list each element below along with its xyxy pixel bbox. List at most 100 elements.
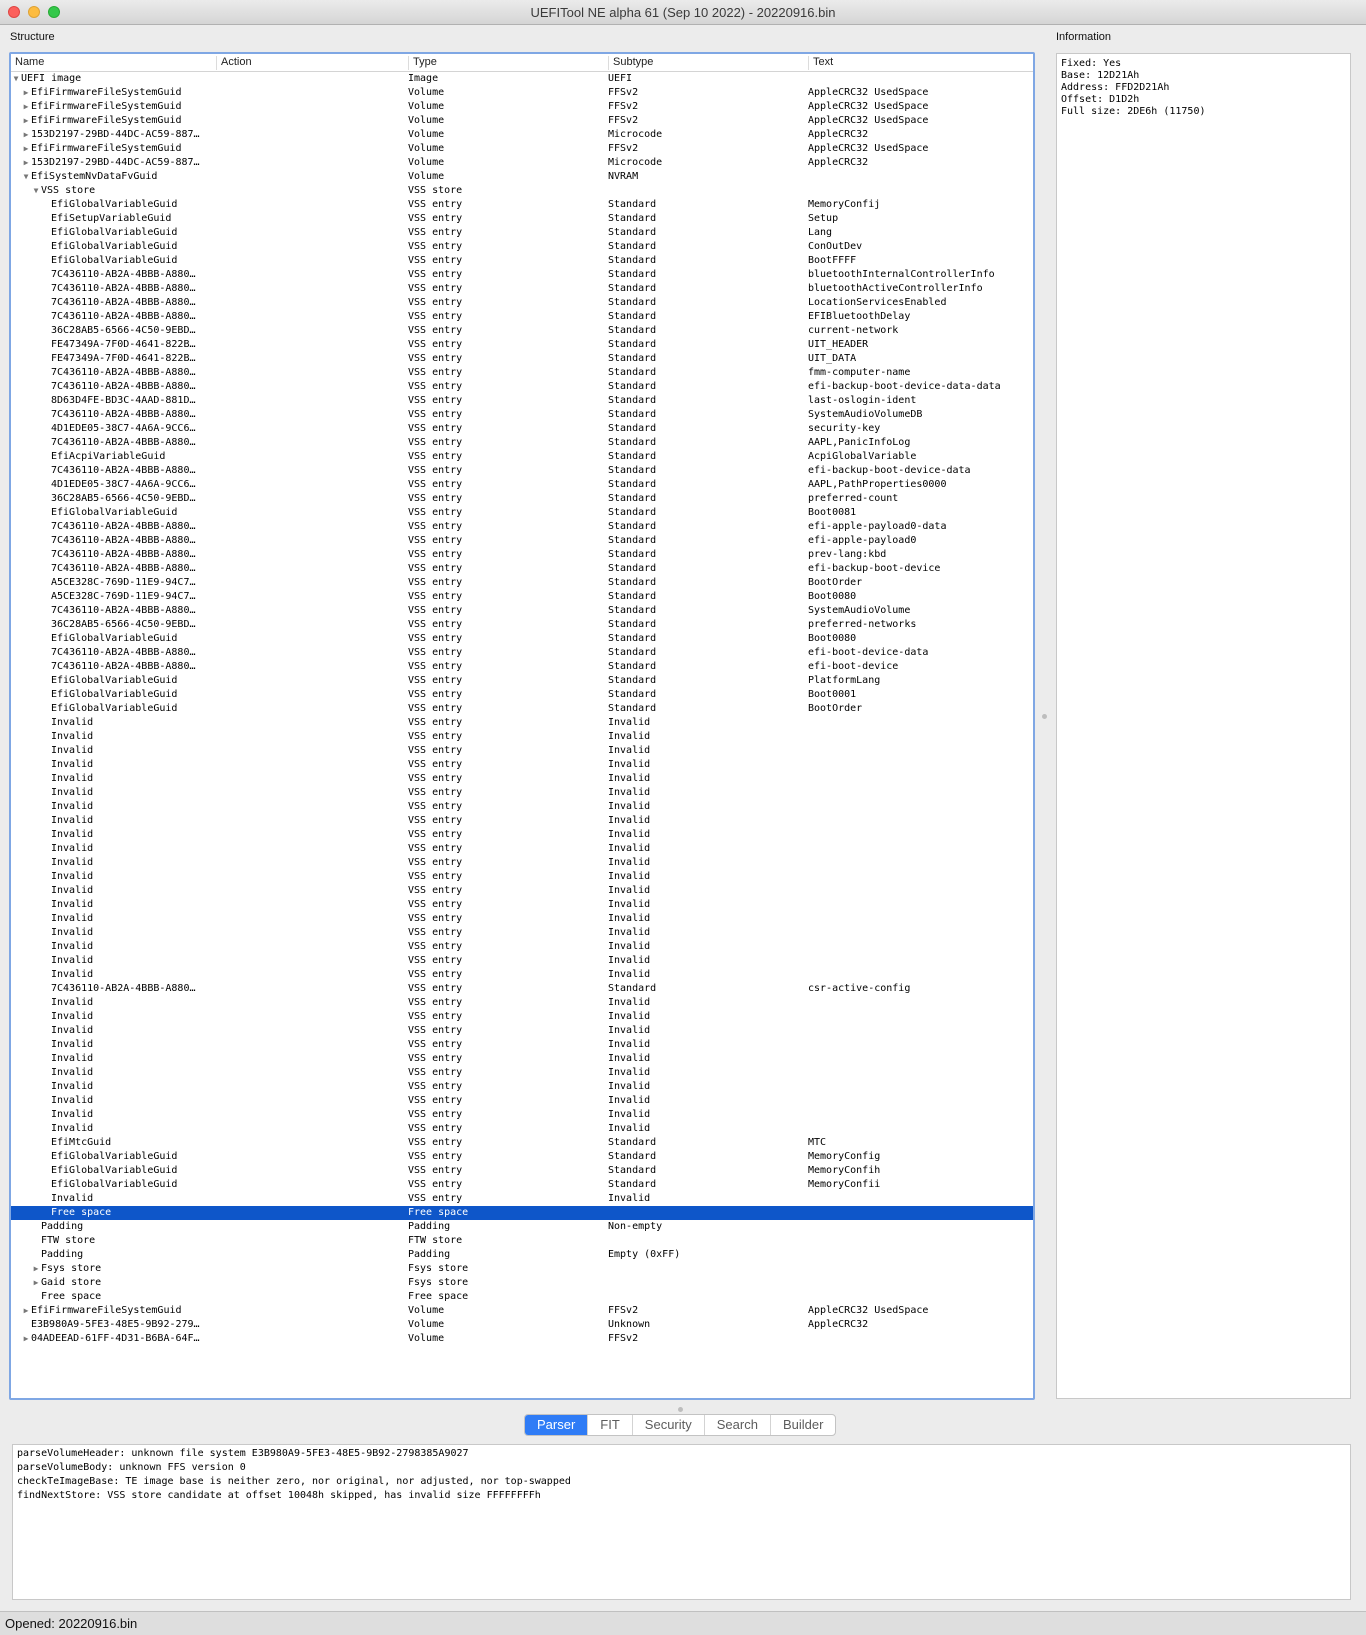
tree-row[interactable]: Invalid VSS entry Invalid — [11, 814, 1033, 828]
column-header-type[interactable]: Type — [408, 56, 608, 70]
tree-row[interactable]: EfiGlobalVariableGuid VSS entry Standard Me… — [11, 198, 1033, 212]
tree-row[interactable]: Invalid VSS entry Invalid — [11, 1094, 1033, 1108]
tree-row[interactable]: EfiMtcGuid VSS entry Standard MTC — [11, 1136, 1033, 1150]
tree-row[interactable]: Invalid VSS entry Invalid — [11, 1010, 1033, 1024]
tree-row[interactable]: ▼ EfiSystemNvDataFvGuid Volume NVRAM — [11, 170, 1033, 184]
tree-row[interactable]: ▶ 153D2197-29BD-44DC-AC59-887… Volume Micro… — [11, 156, 1033, 170]
tree-row[interactable]: 7C436110-AB2A-4BBB-A880… VSS entry Standar… — [11, 520, 1033, 534]
tree-row[interactable]: Invalid VSS entry Invalid — [11, 744, 1033, 758]
tree-row[interactable]: EfiGlobalVariableGuid VSS entry Standard Me… — [11, 1178, 1033, 1192]
triangle-right-icon[interactable]: ▶ — [21, 86, 31, 100]
column-header-text[interactable]: Text — [808, 56, 1033, 70]
tree-row[interactable]: 7C436110-AB2A-4BBB-A880… VSS entry Standar… — [11, 604, 1033, 618]
tree-row[interactable]: Invalid VSS entry Invalid — [11, 912, 1033, 926]
tree-row[interactable]: Invalid VSS entry Invalid — [11, 730, 1033, 744]
tree-row[interactable]: 7C436110-AB2A-4BBB-A880… VSS entry Standar… — [11, 534, 1033, 548]
message-line[interactable]: findNextStore: VSS store candidate at of… — [13, 1489, 1350, 1503]
tree-row[interactable]: A5CE328C-769D-11E9-94C7… VSS entry Standar… — [11, 576, 1033, 590]
tree-row[interactable]: Invalid VSS entry Invalid — [11, 800, 1033, 814]
tree-row[interactable]: Invalid VSS entry Invalid — [11, 1080, 1033, 1094]
tree-row[interactable]: ▶ 04ADEEAD-61FF-4D31-B6BA-64F… Volume FFSv2 — [11, 1332, 1033, 1346]
message-line[interactable]: parseVolumeHeader: unknown file system E… — [13, 1447, 1350, 1461]
message-line[interactable]: parseVolumeBody: unknown FFS version 0 — [13, 1461, 1350, 1475]
tree-row[interactable]: 7C436110-AB2A-4BBB-A880… VSS entry Standar… — [11, 646, 1033, 660]
column-header-action[interactable]: Action — [216, 56, 408, 70]
tree-row[interactable]: FE47349A-7F0D-4641-822B… VSS entry Standar… — [11, 338, 1033, 352]
tree-row[interactable]: 36C28AB5-6566-4C50-9EBD… VSS entry Standar… — [11, 324, 1033, 338]
tree-row[interactable]: 7C436110-AB2A-4BBB-A880… VSS entry Standar… — [11, 408, 1033, 422]
tree-row[interactable]: ▶ EfiFirmwareFileSystemGuid Volume FFSv2 App… — [11, 142, 1033, 156]
tree-row[interactable]: 8D63D4FE-BD3C-4AAD-881D… VSS entry Standar… — [11, 394, 1033, 408]
tree-row[interactable]: EfiGlobalVariableGuid VSS entry Standard Me… — [11, 1150, 1033, 1164]
triangle-right-icon[interactable]: ▶ — [31, 1262, 41, 1276]
tree-row[interactable]: Invalid VSS entry Invalid — [11, 786, 1033, 800]
tree-row[interactable]: EfiGlobalVariableGuid VSS entry Standard Bo… — [11, 688, 1033, 702]
tree-row[interactable]: 7C436110-AB2A-4BBB-A880… VSS entry Standar… — [11, 436, 1033, 450]
tree-row[interactable]: 36C28AB5-6566-4C50-9EBD… VSS entry Standar… — [11, 492, 1033, 506]
tab-search[interactable]: Search — [703, 1415, 770, 1435]
tree-row[interactable]: Invalid VSS entry Invalid — [11, 926, 1033, 940]
tree-row[interactable]: Invalid VSS entry Invalid — [11, 1122, 1033, 1136]
tab-security[interactable]: Security — [631, 1415, 704, 1435]
tree-row[interactable]: EfiGlobalVariableGuid VSS entry Standard Bo… — [11, 506, 1033, 520]
tree-row[interactable]: Invalid VSS entry Invalid — [11, 856, 1033, 870]
triangle-right-icon[interactable]: ▶ — [21, 114, 31, 128]
tree-row[interactable]: EfiAcpiVariableGuid VSS entry Standard Acpi… — [11, 450, 1033, 464]
tree-row[interactable]: ▶ Gaid store Fsys store — [11, 1276, 1033, 1290]
tree-row[interactable]: Invalid VSS entry Invalid — [11, 884, 1033, 898]
tree-row[interactable]: Invalid VSS entry Invalid — [11, 758, 1033, 772]
parser-messages[interactable]: parseVolumeHeader: unknown file system E… — [12, 1444, 1351, 1600]
tree-row[interactable]: EfiGlobalVariableGuid VSS entry Standard Me… — [11, 1164, 1033, 1178]
tree-row[interactable]: Invalid VSS entry Invalid — [11, 870, 1033, 884]
triangle-down-icon[interactable]: ▼ — [11, 72, 21, 86]
tree-row[interactable]: Invalid VSS entry Invalid — [11, 1108, 1033, 1122]
tree-row[interactable]: Invalid VSS entry Invalid — [11, 898, 1033, 912]
triangle-down-icon[interactable]: ▼ — [21, 170, 31, 184]
tree-row[interactable]: EfiSetupVariableGuid VSS entry Standard Set… — [11, 212, 1033, 226]
tree-row[interactable]: EfiGlobalVariableGuid VSS entry Standard La… — [11, 226, 1033, 240]
tree-row[interactable]: ▼ UEFI image Image UEFI — [11, 72, 1033, 86]
tree-row[interactable]: ▶ EfiFirmwareFileSystemGuid Volume FFSv2 App… — [11, 86, 1033, 100]
tree-row[interactable]: EfiGlobalVariableGuid VSS entry Standard Bo… — [11, 632, 1033, 646]
tree-row[interactable]: Invalid VSS entry Invalid — [11, 772, 1033, 786]
tree-row[interactable]: ▶ EfiFirmwareFileSystemGuid Volume FFSv2 App… — [11, 100, 1033, 114]
triangle-right-icon[interactable]: ▶ — [31, 1276, 41, 1290]
horizontal-splitter-handle[interactable] — [678, 1407, 683, 1412]
tree-row[interactable]: ▶ EfiFirmwareFileSystemGuid Volume FFSv2 App… — [11, 114, 1033, 128]
column-header-subtype[interactable]: Subtype — [608, 56, 808, 70]
tree-row[interactable]: Invalid VSS entry Invalid — [11, 716, 1033, 730]
tree-row[interactable]: Padding Padding Non-empty — [11, 1220, 1033, 1234]
tree-row[interactable]: 7C436110-AB2A-4BBB-A880… VSS entry Standar… — [11, 660, 1033, 674]
tree-row[interactable]: EfiGlobalVariableGuid VSS entry Standard Bo… — [11, 702, 1033, 716]
triangle-right-icon[interactable]: ▶ — [21, 100, 31, 114]
tree-row[interactable]: EfiGlobalVariableGuid VSS entry Standard Co… — [11, 240, 1033, 254]
tree-row[interactable]: Free space Free space — [11, 1206, 1033, 1220]
tree-row[interactable]: Invalid VSS entry Invalid — [11, 1052, 1033, 1066]
tree-row[interactable]: 7C436110-AB2A-4BBB-A880… VSS entry Standar… — [11, 310, 1033, 324]
tree-row[interactable]: EfiGlobalVariableGuid VSS entry Standard Pl… — [11, 674, 1033, 688]
triangle-down-icon[interactable]: ▼ — [31, 184, 41, 198]
tree-row[interactable]: Padding Padding Empty (0xFF) — [11, 1248, 1033, 1262]
tree-row[interactable]: 7C436110-AB2A-4BBB-A880… VSS entry Standar… — [11, 982, 1033, 996]
tree-row[interactable]: E3B980A9-5FE3-48E5-9B92-279… Volume Unknow… — [11, 1318, 1033, 1332]
tree-row[interactable]: FE47349A-7F0D-4641-822B… VSS entry Standar… — [11, 352, 1033, 366]
tree-row[interactable]: 36C28AB5-6566-4C50-9EBD… VSS entry Standar… — [11, 618, 1033, 632]
message-line[interactable]: checkTeImageBase: TE image base is neith… — [13, 1475, 1350, 1489]
tree-row[interactable]: Invalid VSS entry Invalid — [11, 842, 1033, 856]
tree-row[interactable]: Invalid VSS entry Invalid — [11, 1038, 1033, 1052]
tree-row[interactable]: 7C436110-AB2A-4BBB-A880… VSS entry Standar… — [11, 282, 1033, 296]
tree-row[interactable]: Invalid VSS entry Invalid — [11, 968, 1033, 982]
tab-builder[interactable]: Builder — [769, 1415, 835, 1435]
tree-row[interactable]: Invalid VSS entry Invalid — [11, 1192, 1033, 1206]
tree-row[interactable]: Free space Free space — [11, 1290, 1033, 1304]
tree-row[interactable]: 7C436110-AB2A-4BBB-A880… VSS entry Standar… — [11, 562, 1033, 576]
tab-fit[interactable]: FIT — [587, 1415, 632, 1435]
tree-row[interactable]: ▶ EfiFirmwareFileSystemGuid Volume FFSv2 App… — [11, 1304, 1033, 1318]
triangle-right-icon[interactable]: ▶ — [21, 156, 31, 170]
triangle-right-icon[interactable]: ▶ — [21, 142, 31, 156]
tree-row[interactable]: A5CE328C-769D-11E9-94C7… VSS entry Standar… — [11, 590, 1033, 604]
tree-row[interactable]: 7C436110-AB2A-4BBB-A880… VSS entry Standar… — [11, 366, 1033, 380]
tree-row[interactable]: Invalid VSS entry Invalid — [11, 954, 1033, 968]
tree-row[interactable]: Invalid VSS entry Invalid — [11, 828, 1033, 842]
tree-row[interactable]: 4D1EDE05-38C7-4A6A-9CC6… VSS entry Standar… — [11, 422, 1033, 436]
